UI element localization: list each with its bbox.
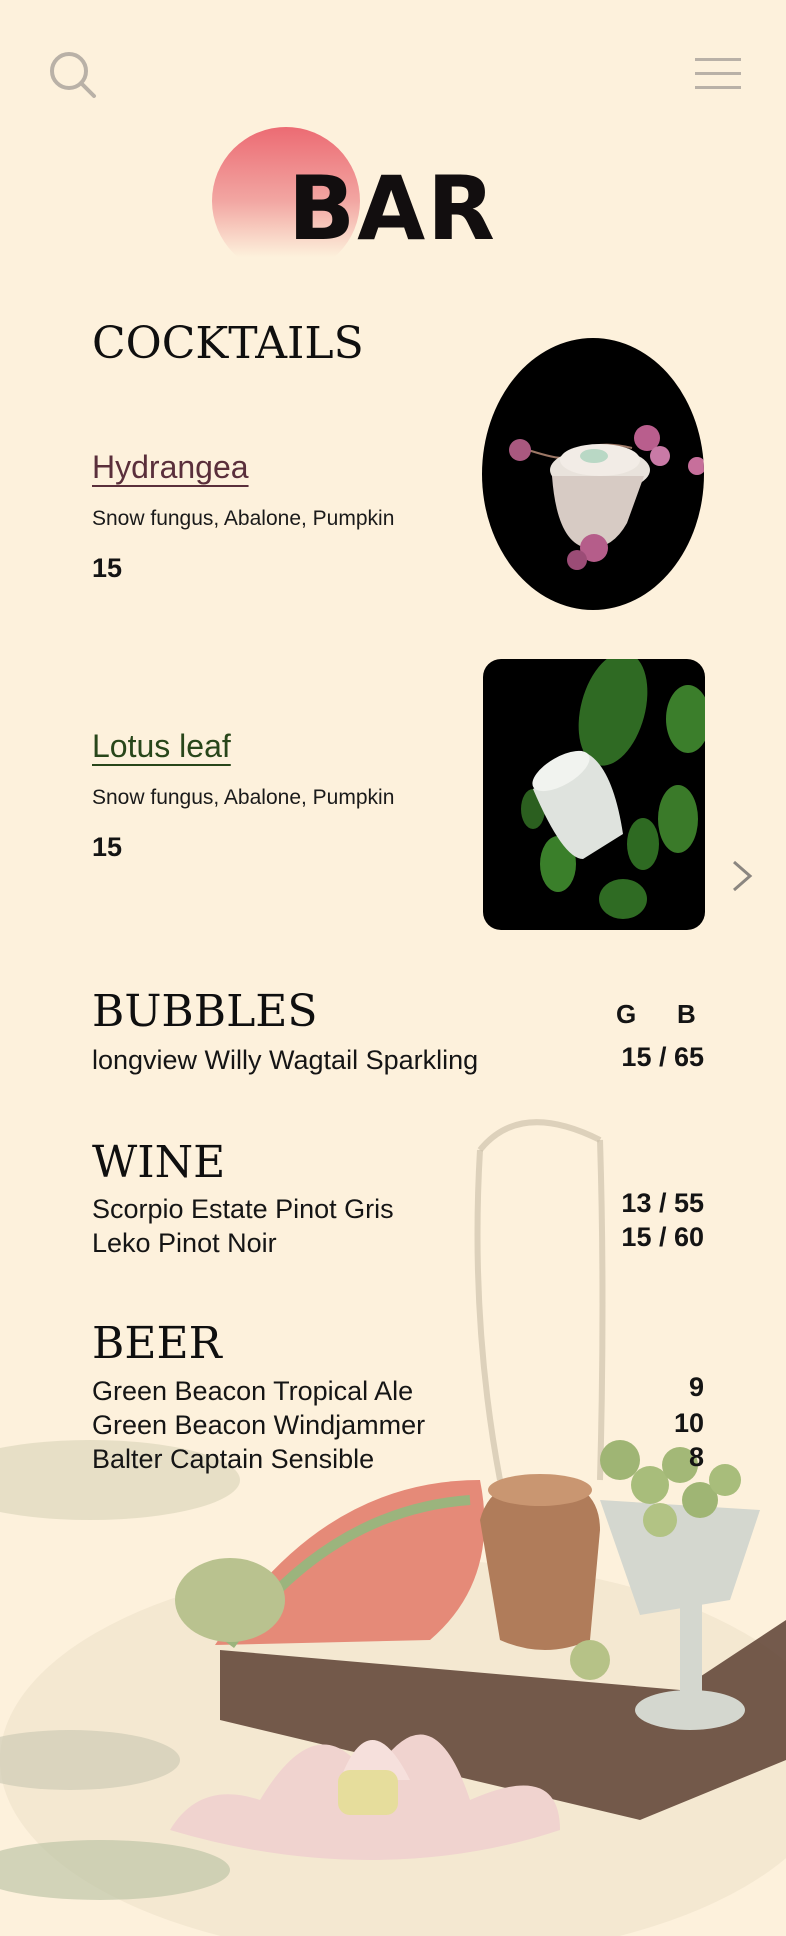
- chevron-right-icon[interactable]: [730, 858, 754, 894]
- cocktails-heading: COCKTAILS: [92, 318, 364, 369]
- cocktail-hydrangea-link[interactable]: Hydrangea: [92, 451, 249, 483]
- page-title: BAR: [288, 157, 497, 260]
- bubbles-item-name: longview Willy Wagtail Sparkling: [92, 1045, 479, 1075]
- bubbles-heading: BUBBLES: [92, 986, 318, 1037]
- hydrangea-drink-image[interactable]: [482, 338, 704, 610]
- beer-item-name: Green Beacon Windjammer: [92, 1410, 426, 1440]
- wine-item-price: 15 / 60: [621, 1222, 704, 1252]
- beer-item-price: 10: [673, 1408, 704, 1438]
- bottle-column-header: B: [677, 999, 696, 1029]
- lotus-leaf-drink-image[interactable]: [483, 659, 705, 930]
- wine-item-name: Leko Pinot Noir: [92, 1228, 277, 1258]
- cocktail-hydrangea-ingredients: Snow fungus, Abalone, Pumpkin: [92, 507, 395, 530]
- cocktail-lotus-leaf-ingredients: Snow fungus, Abalone, Pumpkin: [92, 786, 395, 809]
- wine-heading: WINE: [92, 1137, 226, 1188]
- cocktail-hydrangea-price: 15: [92, 553, 123, 583]
- wine-item-name: Scorpio Estate Pinot Gris: [92, 1194, 394, 1224]
- cocktail-lotus-leaf-link[interactable]: Lotus leaf: [92, 730, 231, 762]
- beer-item-price: 9: [688, 1372, 704, 1402]
- beer-item-price: 8: [688, 1442, 704, 1472]
- beer-item-name: Balter Captain Sensible: [92, 1444, 375, 1474]
- bubbles-item-price: 15 / 65: [621, 1042, 704, 1072]
- glass-column-header: G: [616, 999, 637, 1029]
- cocktail-lotus-leaf-price: 15: [92, 832, 123, 862]
- hamburger-menu-icon[interactable]: [695, 57, 741, 91]
- wine-item-price: 13 / 55: [621, 1188, 704, 1218]
- search-icon[interactable]: [48, 50, 98, 100]
- beer-item-name: Green Beacon Tropical Ale: [92, 1376, 414, 1406]
- beer-heading: BEER: [92, 1318, 222, 1369]
